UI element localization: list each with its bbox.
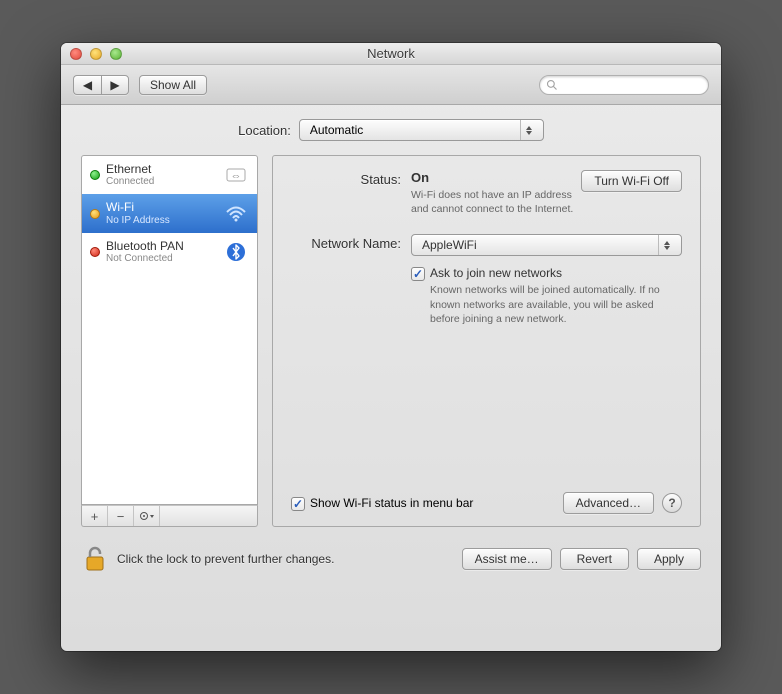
back-button[interactable]: ◀ <box>73 75 101 95</box>
network-window: Network ◀ ▶ Show All Location: Automatic <box>61 43 721 651</box>
forward-button[interactable]: ▶ <box>101 75 129 95</box>
ethernet-icon: ⇔ <box>223 164 249 186</box>
location-row: Location: Automatic <box>81 119 701 141</box>
ask-join-label: Ask to join new networks <box>430 266 682 280</box>
footer: Click the lock to prevent further change… <box>81 545 701 573</box>
search-icon <box>546 79 558 91</box>
lock-icon[interactable] <box>81 545 109 573</box>
show-status-checkbox[interactable] <box>291 497 305 511</box>
titlebar: Network <box>61 43 721 65</box>
network-name-value: AppleWiFi <box>422 238 477 252</box>
help-button[interactable]: ? <box>662 493 682 513</box>
toolbar: ◀ ▶ Show All <box>61 65 721 105</box>
search-field[interactable] <box>562 79 702 91</box>
status-dot-icon <box>90 170 100 180</box>
apply-button[interactable]: Apply <box>637 548 701 570</box>
ask-join-note: Known networks will be joined automatica… <box>430 283 682 326</box>
revert-button[interactable]: Revert <box>560 548 629 570</box>
status-value: On <box>411 170 429 185</box>
status-row: Status: On Wi-Fi does not have an IP add… <box>291 170 682 216</box>
select-arrows-icon <box>520 120 537 140</box>
search-input[interactable] <box>539 75 709 95</box>
advanced-button[interactable]: Advanced… <box>563 492 654 514</box>
gear-menu-button[interactable] <box>134 506 160 526</box>
status-note: Wi-Fi does not have an IP address and ca… <box>411 188 581 216</box>
ask-join-row: Ask to join new networks Known networks … <box>411 266 682 326</box>
lock-text: Click the lock to prevent further change… <box>117 552 334 566</box>
service-bluetooth-pan[interactable]: Bluetooth PAN Not Connected <box>82 233 257 271</box>
nav-buttons: ◀ ▶ <box>73 75 129 95</box>
location-label: Location: <box>238 123 291 138</box>
assist-button[interactable]: Assist me… <box>462 548 552 570</box>
network-name-row: Network Name: AppleWiFi Ask to join new … <box>291 234 682 326</box>
wifi-icon <box>223 203 249 225</box>
service-wifi[interactable]: Wi-Fi No IP Address <box>82 194 257 232</box>
window-title: Network <box>61 46 721 61</box>
service-name: Wi-Fi <box>106 200 217 214</box>
ask-join-checkbox[interactable] <box>411 267 425 281</box>
location-select[interactable]: Automatic <box>299 119 544 141</box>
service-list[interactable]: Ethernet Connected ⇔ Wi-Fi No IP Address <box>81 155 258 505</box>
bluetooth-icon <box>223 241 249 263</box>
service-status: Connected <box>106 176 217 188</box>
wifi-toggle-button[interactable]: Turn Wi-Fi Off <box>581 170 682 192</box>
service-name: Ethernet <box>106 162 217 176</box>
panel-bottom-row: Show Wi-Fi status in menu bar Advanced… … <box>291 492 682 514</box>
show-all-button[interactable]: Show All <box>139 75 207 95</box>
remove-service-button[interactable]: − <box>108 506 134 526</box>
status-dot-icon <box>90 209 100 219</box>
location-value: Automatic <box>310 123 363 137</box>
sidebar: Ethernet Connected ⇔ Wi-Fi No IP Address <box>81 155 258 527</box>
service-status: No IP Address <box>106 215 217 227</box>
content: Location: Automatic Ethernet Connected <box>61 105 721 610</box>
network-name-label: Network Name: <box>291 234 411 326</box>
network-name-select[interactable]: AppleWiFi <box>411 234 682 256</box>
svg-text:⇔: ⇔ <box>231 170 242 182</box>
add-service-button[interactable]: + <box>82 506 108 526</box>
show-status-label: Show Wi-Fi status in menu bar <box>310 496 473 510</box>
select-arrows-icon <box>658 235 675 255</box>
status-label: Status: <box>291 170 411 216</box>
service-ethernet[interactable]: Ethernet Connected ⇔ <box>82 156 257 194</box>
service-buttons: + − <box>81 505 258 527</box>
service-status: Not Connected <box>106 253 217 265</box>
gear-icon <box>139 510 155 522</box>
detail-panel: Status: On Wi-Fi does not have an IP add… <box>272 155 701 527</box>
service-name: Bluetooth PAN <box>106 239 217 253</box>
columns: Ethernet Connected ⇔ Wi-Fi No IP Address <box>81 155 701 527</box>
status-dot-icon <box>90 247 100 257</box>
